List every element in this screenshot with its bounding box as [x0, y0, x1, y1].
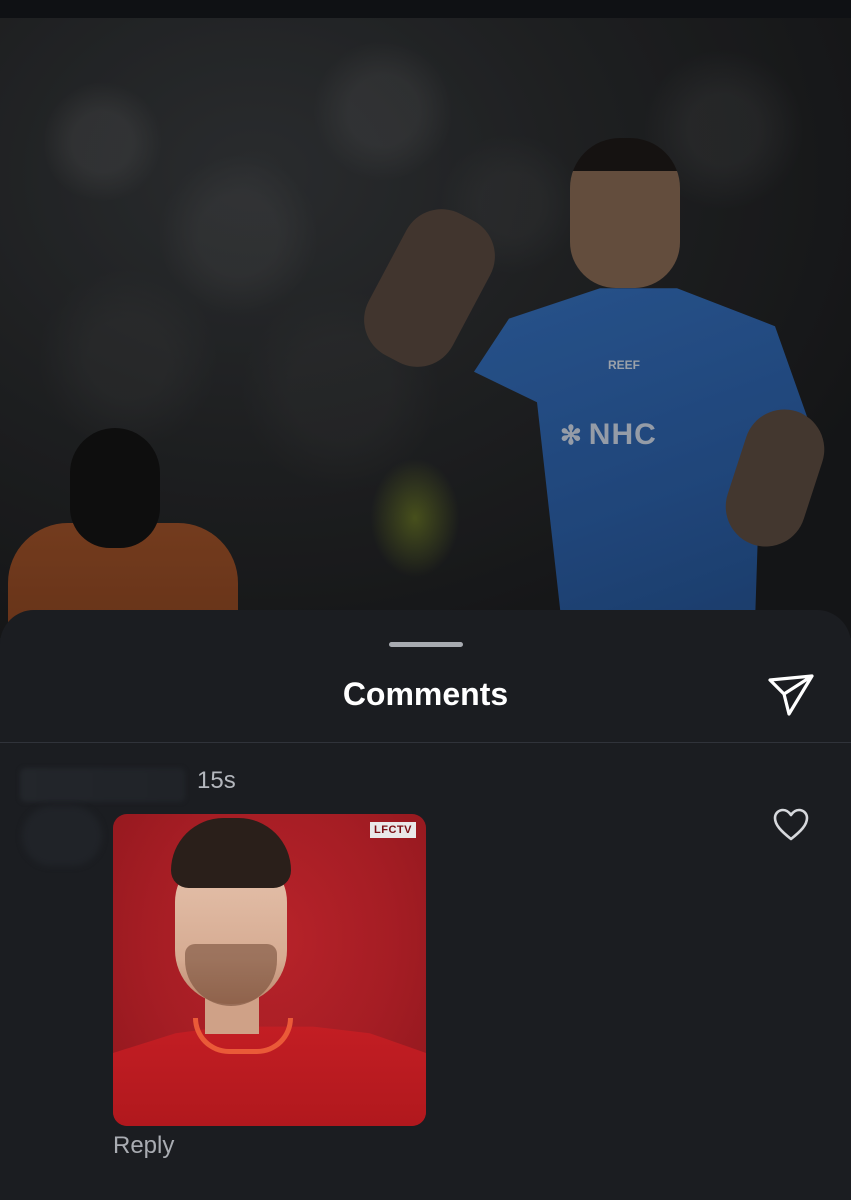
reply-button[interactable]: Reply [113, 1132, 174, 1160]
avatar [22, 806, 102, 866]
gif-hair [171, 818, 291, 888]
sheet-drag-handle[interactable] [389, 642, 463, 647]
status-bar [0, 0, 851, 18]
heart-icon [773, 808, 809, 841]
comments-sheet: Comments 15s LFCTV Reply [0, 610, 851, 1200]
sheet-title: Comments [342, 676, 509, 712]
comment-item: 15s LFCTV Reply [0, 760, 851, 1180]
gif-beard [185, 944, 277, 1006]
header-divider [0, 742, 851, 743]
like-button[interactable] [768, 802, 814, 848]
comment-username-redacted [20, 768, 185, 802]
comment-timestamp: 15s [197, 767, 236, 794]
comment-gif[interactable]: LFCTV [113, 814, 426, 1126]
photo-dim-overlay [0, 18, 851, 638]
send-icon [768, 674, 814, 716]
gif-watermark-badge: LFCTV [370, 822, 416, 838]
post-background-photo: REEF ✻ NHC [0, 18, 851, 638]
share-button[interactable] [764, 668, 818, 722]
